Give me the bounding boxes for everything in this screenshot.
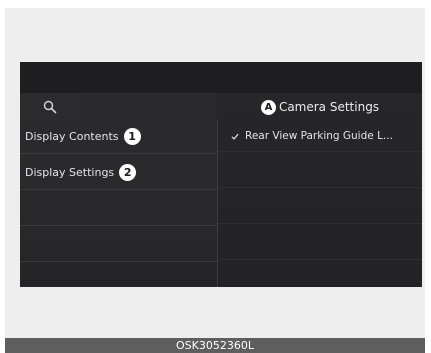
callout-marker-a: A [260,99,276,115]
menu-item-display-settings[interactable]: Display Settings 2 [20,154,217,190]
menu-divider [20,189,217,190]
search-button[interactable] [20,93,80,121]
option-label: Rear View Parking Guide L... [245,130,393,142]
top-bar [20,62,422,93]
menu-divider [20,261,217,262]
callout-marker-1: 1 [123,127,141,145]
callout-marker-2: 2 [119,163,137,181]
infotainment-screen: A Camera Settings Display Contents 1 Dis… [20,62,422,287]
checkbox-checked-icon[interactable] [231,132,239,140]
row-divider [218,223,422,224]
menu-divider [20,225,217,226]
row-divider [218,187,422,188]
figure-caption: OSK3052360L [5,338,425,353]
option-rear-view-parking-guide[interactable]: Rear View Parking Guide L... [218,121,422,151]
menu-item-label: Display Contents [25,129,119,143]
menu-item-label: Display Settings [25,165,115,179]
search-icon [43,100,57,114]
settings-header: A Camera Settings [218,93,422,121]
page-title: Camera Settings [278,100,380,114]
row-divider [218,259,422,260]
row-divider [218,151,422,152]
menu-item-display-contents[interactable]: Display Contents 1 [20,118,217,154]
